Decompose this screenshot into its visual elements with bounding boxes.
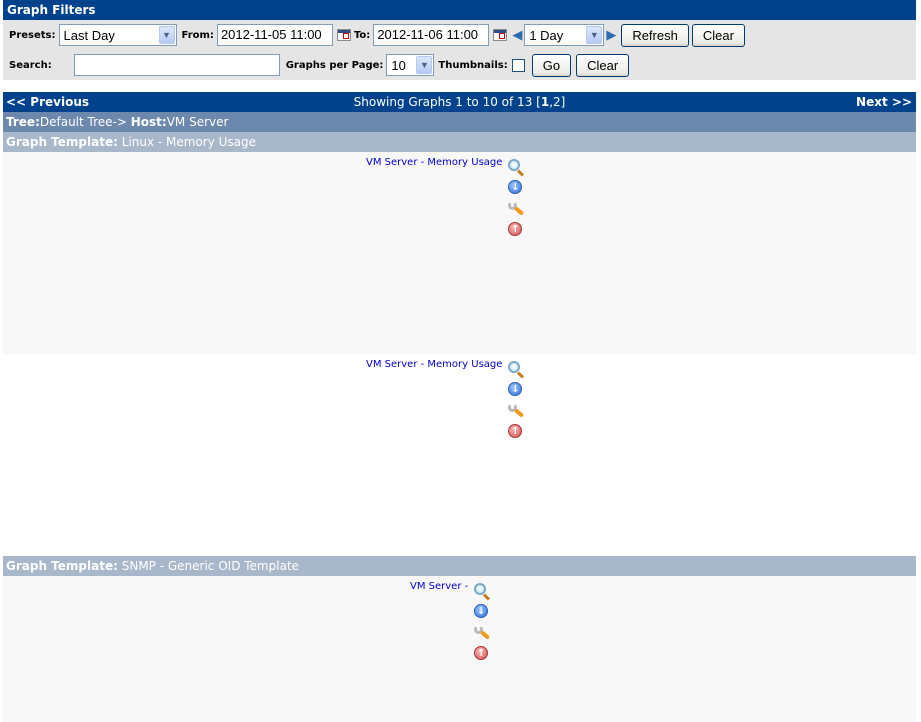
presets-label: Presets: xyxy=(9,29,56,41)
thumbnails-label: Thumbnails: xyxy=(438,59,508,71)
tree-label: Tree: xyxy=(6,115,40,129)
timespan-value: 1 Day xyxy=(529,27,564,43)
page-link-2[interactable]: ,2] xyxy=(549,95,565,109)
graph-item: VM Server - ↓ ↑ xyxy=(410,576,491,667)
shift-right-arrow-icon[interactable]: ▶ xyxy=(606,28,616,43)
filter-row-search: Search: Graphs per Page: 10 ▼ Thumbnails… xyxy=(3,53,630,77)
clear-search-button[interactable]: Clear xyxy=(576,53,630,77)
showing-prefix: Showing Graphs 1 to 10 of 13 [ xyxy=(353,95,541,109)
filter-row-time: Presets: Last Day ▼ From: 2012-11-05 11:… xyxy=(3,23,745,47)
search-input[interactable] xyxy=(73,54,280,76)
graph-title-link[interactable]: VM Server - Memory Usage xyxy=(366,152,502,243)
chevron-down-icon: ▼ xyxy=(416,56,433,74)
timespan-select[interactable]: 1 Day ▼ xyxy=(524,24,605,46)
previous-link[interactable]: << Previous xyxy=(6,92,89,112)
properties-icon[interactable] xyxy=(474,625,491,641)
tree-breadcrumb: Tree:Default Tree-> Host:VM Server xyxy=(3,112,916,132)
move-up-icon[interactable]: ↑ xyxy=(508,424,524,440)
from-date-input[interactable]: 2012-11-05 11:00 xyxy=(216,24,333,46)
shift-left-arrow-icon[interactable]: ◀ xyxy=(512,28,522,43)
export-icon[interactable]: ↓ xyxy=(508,180,524,196)
host-label: Host: xyxy=(130,115,167,129)
template-label: Graph Template: xyxy=(6,135,118,149)
move-up-icon[interactable]: ↑ xyxy=(508,222,524,238)
tree-value: Default Tree-> xyxy=(39,115,127,129)
refresh-button[interactable]: Refresh xyxy=(621,23,689,47)
go-button[interactable]: Go xyxy=(531,53,572,77)
export-icon[interactable]: ↓ xyxy=(508,382,524,398)
chevron-down-icon: ▼ xyxy=(586,26,603,44)
graphs-per-page-select[interactable]: 10 ▼ xyxy=(386,54,435,76)
presets-value: Last Day xyxy=(63,27,115,43)
template-label: Graph Template: xyxy=(6,559,118,573)
graph-template-header: Graph Template: SNMP - Generic OID Templ… xyxy=(3,556,916,576)
calendar-icon[interactable] xyxy=(336,29,351,41)
graph-title-link[interactable]: VM Server - xyxy=(410,576,468,667)
graph-filters-title: Graph Filters xyxy=(3,0,916,20)
chevron-down-icon: ▼ xyxy=(158,26,175,44)
current-page: 1 xyxy=(540,95,550,109)
to-date-input[interactable]: 2012-11-06 11:00 xyxy=(373,24,490,46)
graph-item: VM Server - Memory Usage ↓ ↑ xyxy=(366,152,525,243)
export-icon[interactable]: ↓ xyxy=(474,604,490,620)
pagination-bar: Showing Graphs 1 to 10 of 13 [1,2] << Pr… xyxy=(3,92,916,112)
move-up-icon[interactable]: ↑ xyxy=(474,646,490,662)
to-label: To: xyxy=(353,29,371,41)
graph-cell: VM Server - ↓ ↑ xyxy=(3,576,916,722)
from-label: From: xyxy=(181,29,214,41)
presets-select[interactable]: Last Day ▼ xyxy=(58,24,177,46)
graph-title-link[interactable]: VM Server - Memory Usage xyxy=(366,354,502,445)
template-name: Linux - Memory Usage xyxy=(121,135,257,149)
thumbnails-checkbox[interactable] xyxy=(511,58,525,72)
search-label: Search: xyxy=(9,59,52,71)
host-value: VM Server xyxy=(166,115,229,129)
graph-filters-panel: Graph Filters Presets: Last Day ▼ From: … xyxy=(3,0,916,80)
template-name: SNMP - Generic OID Template xyxy=(121,559,300,573)
zoom-icon[interactable] xyxy=(508,361,525,379)
graph-cell: VM Server - Memory Usage ↓ ↑ xyxy=(3,152,916,354)
next-link[interactable]: Next >> xyxy=(856,92,912,112)
zoom-icon[interactable] xyxy=(474,583,491,601)
showing-graphs-text: Showing Graphs 1 to 10 of 13 [1,2] xyxy=(3,92,916,112)
graphs-per-page-value: 10 xyxy=(391,57,406,73)
properties-icon[interactable] xyxy=(508,403,525,419)
properties-icon[interactable] xyxy=(508,201,525,217)
graphs-per-page-label: Graphs per Page: xyxy=(285,59,384,71)
graph-item: VM Server - Memory Usage ↓ ↑ xyxy=(366,354,525,445)
clear-time-button[interactable]: Clear xyxy=(691,23,745,47)
graph-cell: VM Server - Memory Usage ↓ ↑ xyxy=(3,354,916,556)
graph-template-header: Graph Template: Linux - Memory Usage xyxy=(3,132,916,152)
calendar-icon[interactable] xyxy=(493,29,508,41)
zoom-icon[interactable] xyxy=(508,159,525,177)
